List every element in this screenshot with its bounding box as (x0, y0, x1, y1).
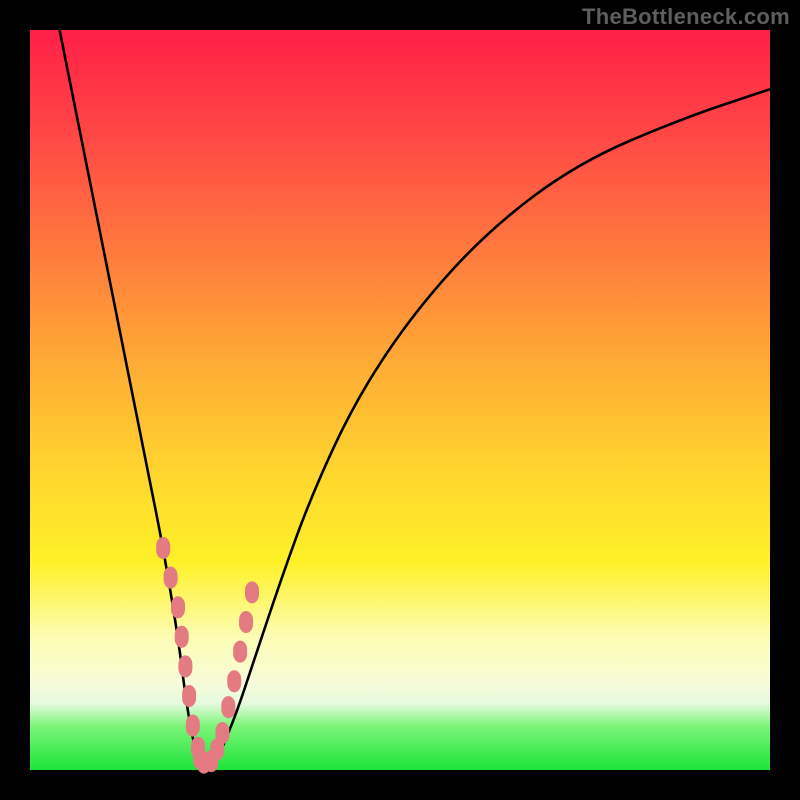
marker-dots-group (156, 537, 259, 774)
marker-dot (227, 670, 241, 692)
bottleneck-curve-svg (30, 30, 770, 770)
marker-dot (164, 567, 178, 589)
watermark-text: TheBottleneck.com (582, 4, 790, 30)
bottleneck-curve-path (60, 30, 770, 768)
marker-dot (215, 722, 229, 744)
marker-dot (233, 641, 247, 663)
marker-dot (178, 655, 192, 677)
marker-dot (156, 537, 170, 559)
marker-dot (245, 581, 259, 603)
marker-dot (239, 611, 253, 633)
curve-group (60, 30, 770, 768)
marker-dot (171, 596, 185, 618)
marker-dot (175, 626, 189, 648)
marker-dot (186, 715, 200, 737)
marker-dot (182, 685, 196, 707)
chart-frame: TheBottleneck.com (0, 0, 800, 800)
plot-area (30, 30, 770, 770)
marker-dot (221, 696, 235, 718)
